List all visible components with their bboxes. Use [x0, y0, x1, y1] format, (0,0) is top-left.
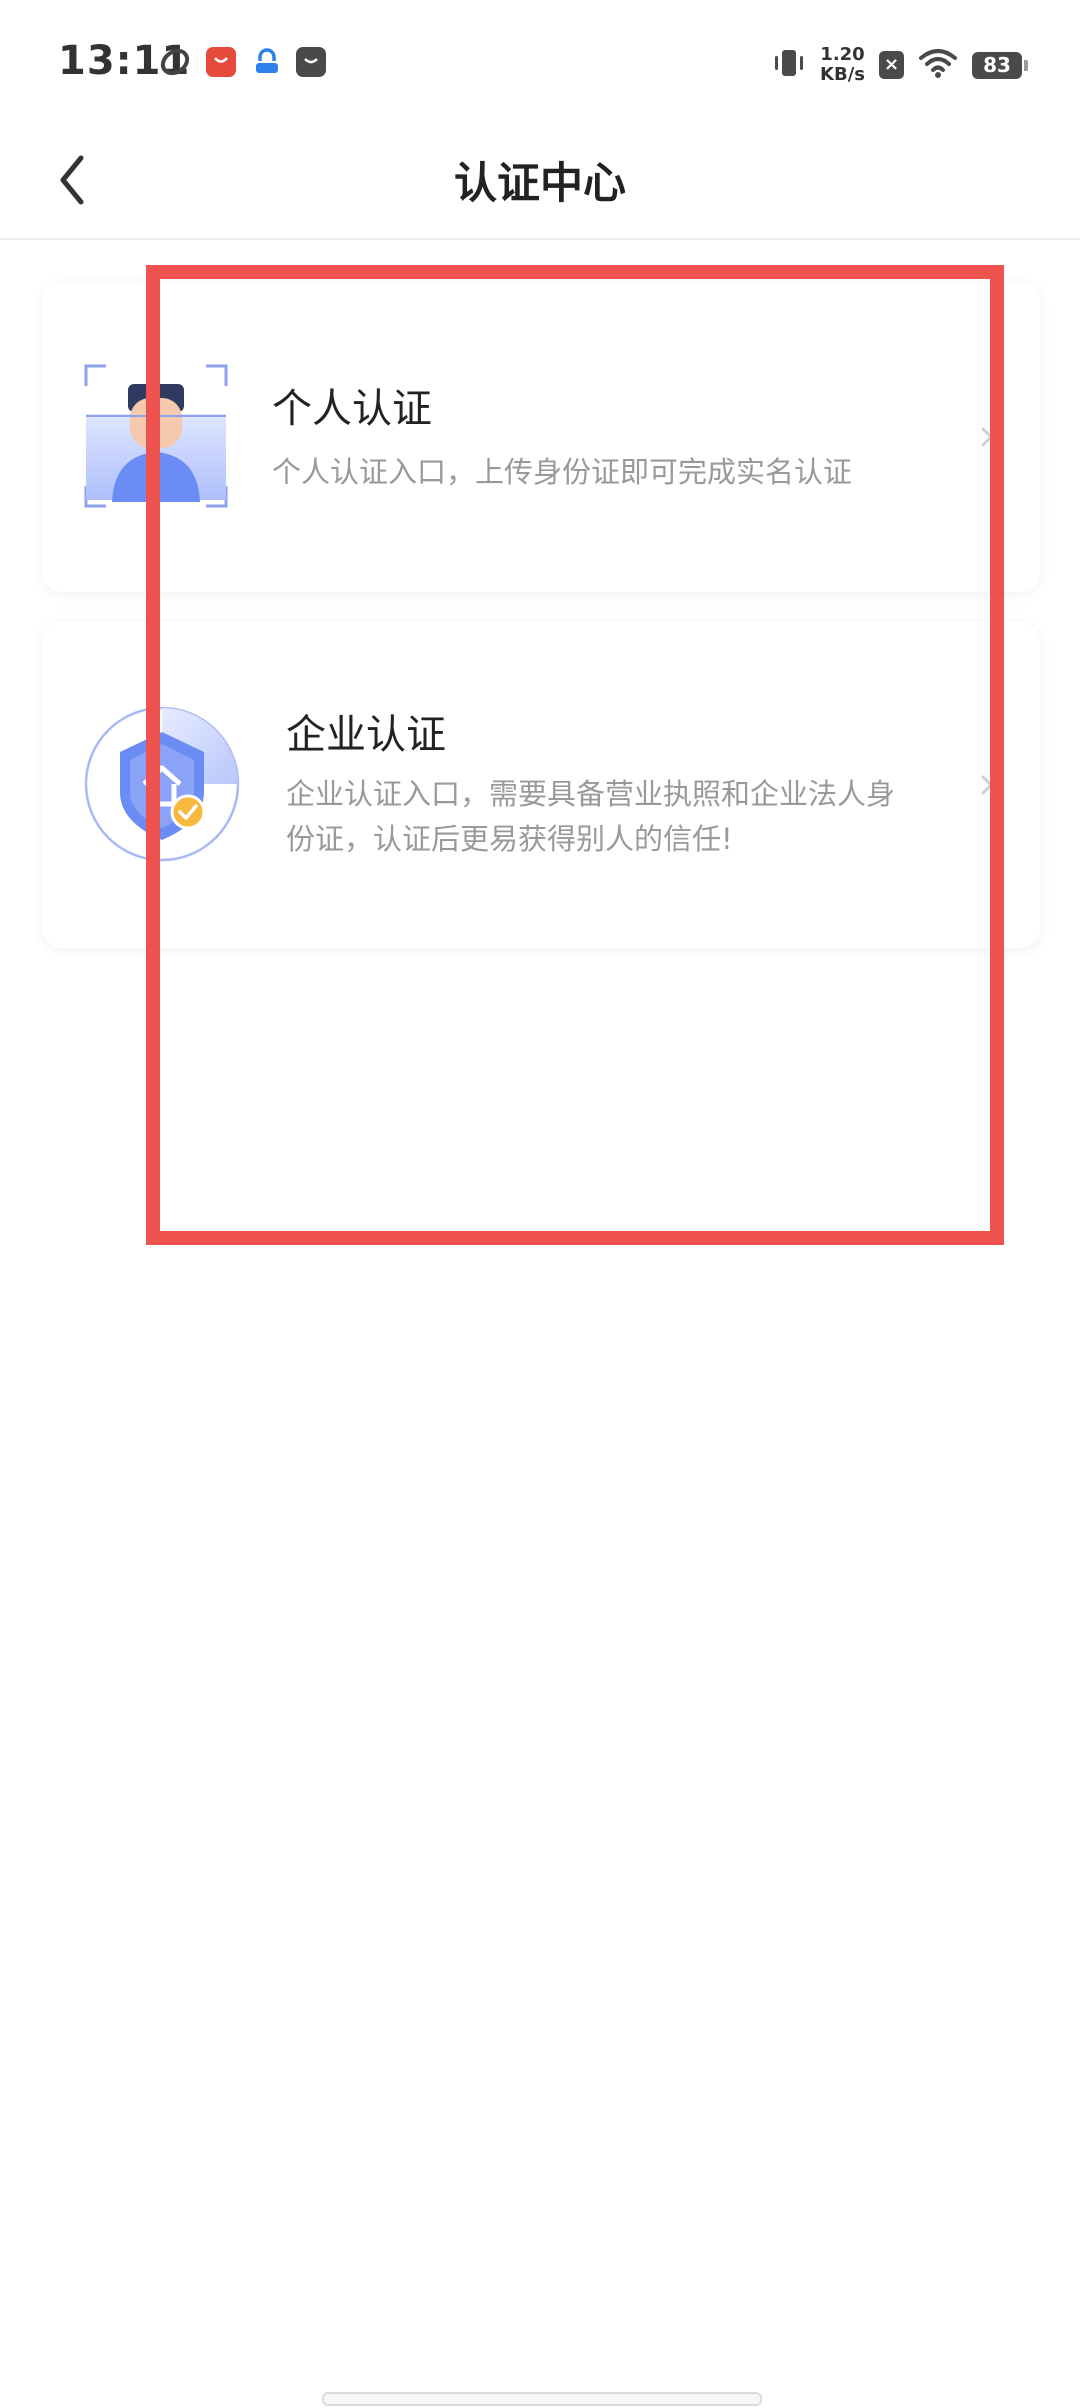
- status-right-group: 1.20 KB/s × 83: [772, 40, 1028, 90]
- personal-auth-title: 个人认证: [272, 386, 432, 432]
- page-title: 认证中心: [454, 159, 626, 209]
- vibrate-icon: [772, 46, 806, 84]
- enterprise-shield-icon: [82, 704, 246, 872]
- lock-app-icon: [252, 47, 282, 77]
- battery-icon: 83: [972, 51, 1028, 79]
- wifi-icon: [918, 47, 958, 83]
- shopping-icon: [206, 47, 236, 77]
- personal-auth-card[interactable]: 个人认证 个人认证入口，上传身份证即可完成实名认证: [42, 282, 1040, 592]
- net-speed: 1.20 KB/s: [820, 45, 865, 85]
- home-indicator[interactable]: [322, 2392, 762, 2406]
- moon-icon: [160, 47, 190, 77]
- enterprise-auth-card[interactable]: 企业认证 企业认证入口，需要具备营业执照和企业法人身 份证，认证后更易获得别人的…: [42, 622, 1040, 948]
- status-bar: 13:11 1.20 KB/s × 83: [0, 0, 1080, 125]
- personal-auth-description: 个人认证入口，上传身份证即可完成实名认证: [272, 455, 853, 489]
- enterprise-auth-description-line-2: 份证，认证后更易获得别人的信任!: [286, 822, 733, 856]
- bag-icon: [296, 47, 326, 77]
- person-id-icon: [84, 364, 228, 512]
- net-speed-unit: KB/s: [820, 64, 865, 85]
- net-speed-value: 1.20: [820, 44, 865, 65]
- enterprise-auth-title: 企业认证: [286, 712, 446, 758]
- enterprise-auth-description-line-1: 企业认证入口，需要具备营业执照和企业法人身: [286, 777, 896, 811]
- auth-center-screen: 13:11 1.20 KB/s × 83 认证中心 个人认证 个人认证入口，上传…: [0, 0, 1080, 2408]
- chevron-right-icon: [981, 775, 994, 795]
- close-badge-icon: ×: [879, 51, 904, 79]
- chevron-right-icon: [981, 427, 994, 447]
- nav-bar: 认证中心: [0, 125, 1080, 240]
